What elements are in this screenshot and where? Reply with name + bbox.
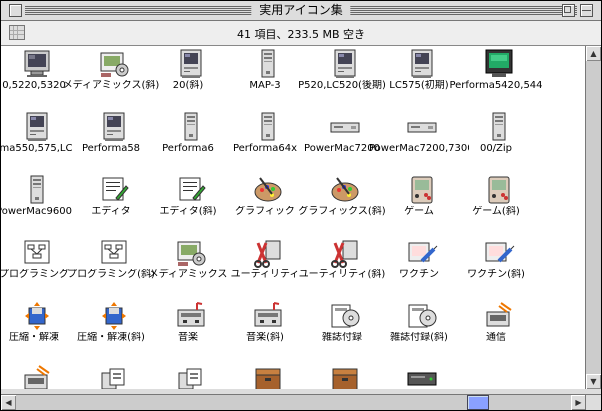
desktop-computer-icon[interactable]: [406, 111, 438, 143]
mac-computer-icon[interactable]: [406, 48, 438, 80]
file-icon-label[interactable]: ゲーム(斜): [446, 206, 546, 218]
tower-computer-icon[interactable]: [483, 111, 515, 143]
scroll-left-arrow-icon[interactable]: ◀: [1, 395, 16, 410]
tower-computer-icon[interactable]: [175, 111, 207, 143]
vertical-scrollbar[interactable]: ▲ ▼: [585, 46, 601, 389]
desktop-computer-icon[interactable]: [329, 111, 361, 143]
programming-icon[interactable]: [98, 237, 130, 269]
monitor-icon[interactable]: [21, 48, 53, 80]
media-mix-icon[interactable]: [98, 48, 130, 80]
communication-icon[interactable]: [21, 363, 53, 389]
utility-icon[interactable]: [329, 237, 361, 269]
file-icon-label[interactable]: Performa5420,544: [446, 80, 546, 92]
mac-computer-icon[interactable]: [98, 111, 130, 143]
horizontal-scrollbar[interactable]: ◀ ▶: [1, 394, 586, 410]
tower-computer-icon[interactable]: [21, 174, 53, 206]
resize-grow-box[interactable]: [585, 394, 601, 410]
item-count-and-free-space: 41 項目、233.5 MB 空き: [236, 28, 365, 41]
scroll-up-arrow-icon[interactable]: ▲: [586, 46, 601, 61]
info-bar: 41 項目、233.5 MB 空き: [1, 21, 601, 46]
programming-icon[interactable]: [21, 237, 53, 269]
icon-view: 0,5220,5320 メディアミックス(斜) 20(斜) MAP-3 P520,LC5…: [1, 46, 586, 389]
file-icon-label[interactable]: ワクチン(斜): [446, 269, 546, 281]
media-mix-icon[interactable]: [175, 237, 207, 269]
archive-box-icon[interactable]: [252, 363, 284, 389]
file-icon-item[interactable]: Performa5420,544: [449, 48, 543, 94]
game-icon[interactable]: [406, 174, 438, 206]
utility-icon[interactable]: [252, 237, 284, 269]
hard-disk-icon[interactable]: [406, 363, 438, 389]
vaccine-icon[interactable]: [483, 237, 515, 269]
music-icon[interactable]: [252, 300, 284, 332]
finder-window: 実用アイコン集 41 項目、233.5 MB 空き 0,5220,5320 メディ…: [0, 0, 602, 411]
file-icon-label[interactable]: 通信: [446, 332, 546, 344]
collapse-box-button[interactable]: [580, 4, 593, 17]
file-icon-item[interactable]: ゲーム(斜): [451, 174, 541, 220]
editor-icon[interactable]: [175, 174, 207, 206]
horizontal-scroll-thumb[interactable]: [467, 395, 489, 410]
integrated-icon[interactable]: [98, 363, 130, 389]
file-icon-item[interactable]: ワクチン(斜): [451, 237, 541, 283]
compress-icon[interactable]: [21, 300, 53, 332]
window-title: 実用アイコン集: [251, 3, 351, 18]
scroll-right-arrow-icon[interactable]: ▶: [571, 395, 586, 410]
mac-computer-icon[interactable]: [329, 48, 361, 80]
music-icon[interactable]: [175, 300, 207, 332]
editor-icon[interactable]: [98, 174, 130, 206]
communication-icon[interactable]: [483, 300, 515, 332]
compress-icon[interactable]: [98, 300, 130, 332]
tower-computer-icon[interactable]: [252, 48, 284, 80]
title-bar[interactable]: 実用アイコン集: [1, 1, 601, 21]
graphics-icon[interactable]: [329, 174, 361, 206]
game-icon[interactable]: [483, 174, 515, 206]
monitor-green-icon[interactable]: [483, 48, 515, 80]
mac-computer-icon[interactable]: [21, 111, 53, 143]
file-icon-label[interactable]: 00/Zip: [446, 143, 546, 155]
integrated-icon[interactable]: [175, 363, 207, 389]
zoom-box-button[interactable]: [562, 4, 575, 17]
tower-computer-icon[interactable]: [252, 111, 284, 143]
archive-box-icon[interactable]: [329, 363, 361, 389]
mac-computer-icon[interactable]: [175, 48, 207, 80]
scroll-down-arrow-icon[interactable]: ▼: [586, 374, 601, 389]
magazine-cd-icon[interactable]: [329, 300, 361, 332]
file-icon-item[interactable]: 00/Zip: [451, 111, 541, 157]
graphics-icon[interactable]: [252, 174, 284, 206]
file-icon-item[interactable]: CIRCUIT HD: [374, 363, 464, 389]
close-box-button[interactable]: [9, 4, 22, 17]
magazine-cd-icon[interactable]: [406, 300, 438, 332]
vaccine-icon[interactable]: [406, 237, 438, 269]
file-icon-item[interactable]: 通信: [451, 300, 541, 346]
